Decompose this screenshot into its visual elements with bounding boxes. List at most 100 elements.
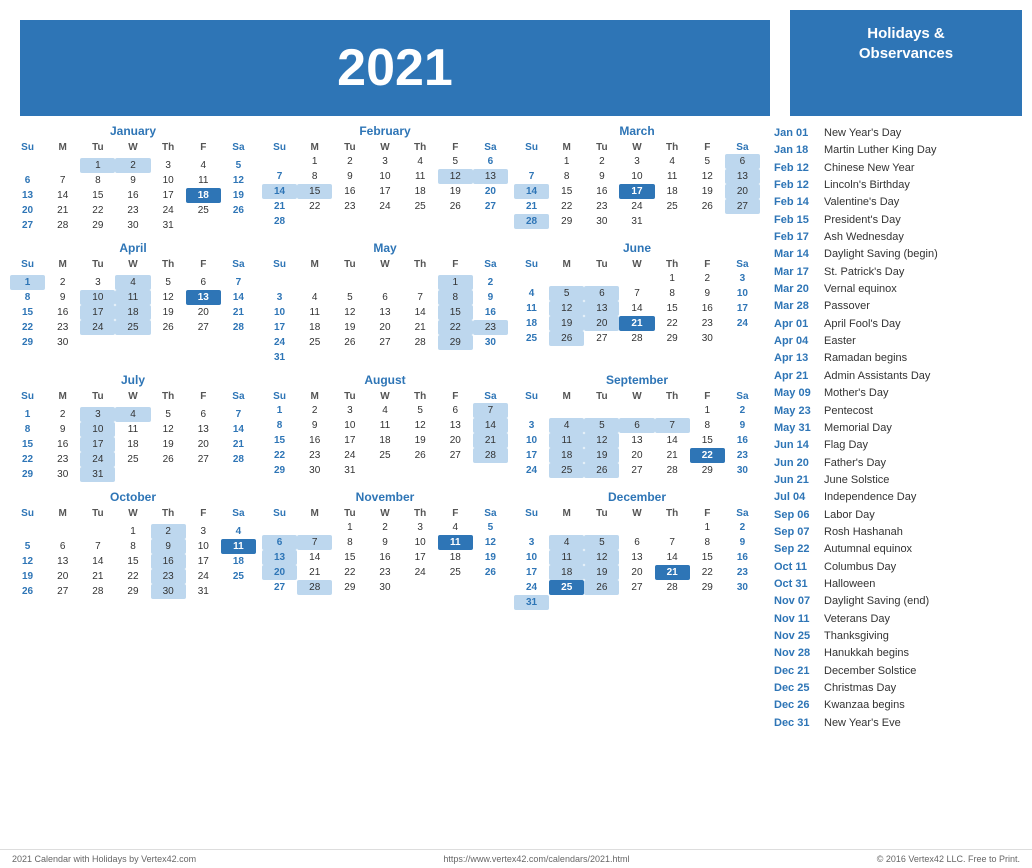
holiday-date: Nov 11 [774, 612, 818, 627]
day-cell: 18 [438, 550, 473, 565]
day-cell: 14 [619, 301, 654, 316]
day-cell: 4 [115, 407, 150, 422]
day-cell: 3 [151, 158, 186, 173]
day-cell: 5 [549, 286, 584, 301]
day-cell: 8 [549, 169, 584, 184]
day-cell: 13 [584, 301, 619, 316]
day-cell: 9 [332, 169, 367, 184]
day-cell: 4 [549, 535, 584, 550]
holiday-item: Feb 12Lincoln's Birthday [774, 178, 1018, 193]
day-cell: 27 [473, 199, 508, 214]
holiday-name: Ramadan begins [824, 351, 907, 366]
day-cell [514, 154, 549, 169]
day-cell: 6 [473, 154, 508, 169]
holiday-item: Jan 01New Year's Day [774, 126, 1018, 141]
day-cell: 29 [10, 467, 45, 482]
holiday-item: Mar 17St. Patrick's Day [774, 265, 1018, 280]
day-cell: 16 [297, 433, 332, 448]
footer: 2021 Calendar with Holidays by Vertex42.… [0, 849, 1032, 868]
day-cell: 2 [297, 403, 332, 418]
day-cell: 6 [262, 535, 297, 550]
day-cell: 3 [619, 154, 654, 169]
day-cell: 8 [262, 418, 297, 433]
day-cell: 3 [186, 524, 221, 539]
day-cell: 7 [262, 169, 297, 184]
day-cell: 29 [690, 580, 725, 595]
day-cell: 9 [584, 169, 619, 184]
day-cell: 20 [438, 433, 473, 448]
day-cell: 28 [45, 218, 80, 233]
holiday-name: Kwanzaa begins [824, 698, 905, 713]
day-cell: 9 [45, 290, 80, 305]
day-cell: 8 [332, 535, 367, 550]
day-cell: 30 [45, 335, 80, 350]
month-title: August [262, 373, 508, 387]
day-cell: 29 [438, 335, 473, 350]
day-cell: 16 [115, 188, 150, 203]
day-cell: 3 [262, 290, 297, 305]
day-cell [115, 335, 150, 350]
holidays-panel: Jan 01New Year's Day Jan 18Martin Luther … [770, 124, 1022, 845]
day-cell [473, 580, 508, 595]
day-cell: 4 [297, 290, 332, 305]
day-cell: 25 [403, 199, 438, 214]
day-cell: 7 [473, 403, 508, 418]
day-cell: 25 [221, 569, 256, 584]
day-cell: 27 [438, 448, 473, 463]
day-cell: 16 [151, 554, 186, 569]
day-cell: 18 [655, 184, 690, 199]
day-cell: 13 [725, 169, 760, 184]
day-cell: 1 [690, 520, 725, 535]
day-cell: 4 [221, 524, 256, 539]
holiday-name: Lincoln's Birthday [824, 178, 910, 193]
day-cell: 6 [725, 154, 760, 169]
day-cell [297, 350, 332, 365]
day-cell: 1 [655, 271, 690, 286]
holiday-name: Daylight Saving (end) [824, 594, 929, 609]
day-cell: 20 [473, 184, 508, 199]
holiday-date: Jun 20 [774, 456, 818, 471]
day-cell [438, 463, 473, 478]
day-cell [403, 580, 438, 595]
holiday-date: May 09 [774, 386, 818, 401]
holiday-name: Veterans Day [824, 612, 890, 627]
day-cell: 19 [584, 565, 619, 580]
month-title: June [514, 241, 760, 255]
day-cell: 1 [80, 158, 115, 173]
day-cell [725, 214, 760, 229]
day-cell: 27 [367, 335, 402, 350]
day-cell: 6 [186, 275, 221, 290]
holiday-date: Dec 31 [774, 716, 818, 731]
day-cell: 24 [262, 335, 297, 350]
day-cell: 13 [262, 550, 297, 565]
day-cell: 9 [725, 535, 760, 550]
holiday-date: Jan 18 [774, 143, 818, 158]
day-cell: 21 [45, 203, 80, 218]
day-cell: 14 [655, 550, 690, 565]
day-cell: 14 [297, 550, 332, 565]
holiday-item: Feb 14Valentine's Day [774, 195, 1018, 210]
day-cell: 24 [514, 580, 549, 595]
day-cell: 22 [297, 199, 332, 214]
holiday-date: Apr 13 [774, 351, 818, 366]
day-cell: 20 [45, 569, 80, 584]
day-cell: 27 [619, 580, 654, 595]
day-cell: 23 [151, 569, 186, 584]
day-cell: 23 [115, 203, 150, 218]
day-cell [10, 524, 45, 539]
day-cell: 1 [690, 403, 725, 418]
day-cell: 28 [221, 320, 256, 335]
month-title: April [10, 241, 256, 255]
day-cell: 31 [151, 218, 186, 233]
day-cell: 10 [80, 290, 115, 305]
holiday-item: Apr 21Admin Assistants Day [774, 369, 1018, 384]
day-cell: 20 [186, 437, 221, 452]
holiday-date: Feb 14 [774, 195, 818, 210]
day-cell: 26 [221, 203, 256, 218]
day-cell [297, 214, 332, 229]
holiday-item: Jan 18Martin Luther King Day [774, 143, 1018, 158]
day-cell: 12 [473, 535, 508, 550]
day-cell: 28 [655, 580, 690, 595]
day-cell: 5 [151, 275, 186, 290]
day-cell [514, 271, 549, 286]
